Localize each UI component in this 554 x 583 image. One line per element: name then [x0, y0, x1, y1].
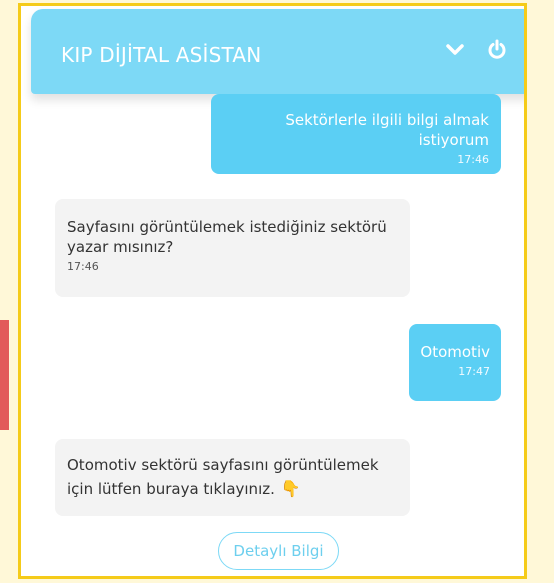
- message-text: Otomotiv sektörü sayfasını görüntülemek …: [67, 456, 379, 498]
- message-time: 17:46: [67, 260, 99, 273]
- message-user: Otomotiv 17:47: [409, 324, 501, 401]
- chat-widget: KIP DİJİTAL ASİSTAN Sektörlerle ilgili b…: [18, 3, 527, 579]
- message-bot: Sayfasını görüntülemek istediğiniz sektö…: [55, 199, 410, 297]
- message-text: Sektörlerle ilgili bilgi almak istiyorum: [285, 111, 489, 149]
- detail-info-button[interactable]: Detaylı Bilgi: [218, 532, 339, 570]
- chat-title: KIP DİJİTAL ASİSTAN: [61, 43, 262, 67]
- chat-header: KIP DİJİTAL ASİSTAN: [31, 9, 524, 94]
- message-time: 17:46: [457, 153, 489, 166]
- message-bot: Otomotiv sektörü sayfasını görüntülemek …: [55, 439, 410, 516]
- power-icon[interactable]: [486, 39, 508, 61]
- message-text: Otomotiv: [420, 343, 490, 361]
- message-user: Sektörlerle ilgili bilgi almak istiyorum…: [211, 94, 501, 174]
- pointing-down-icon: 👇: [280, 479, 301, 498]
- chat-messages: Sektörlerle ilgili bilgi almak istiyorum…: [21, 94, 524, 576]
- header-icons: [444, 39, 508, 61]
- chevron-down-icon[interactable]: [444, 39, 466, 61]
- message-time: 17:47: [458, 365, 490, 378]
- background-accent: [0, 320, 9, 430]
- message-text: Sayfasını görüntülemek istediğiniz sektö…: [67, 218, 387, 256]
